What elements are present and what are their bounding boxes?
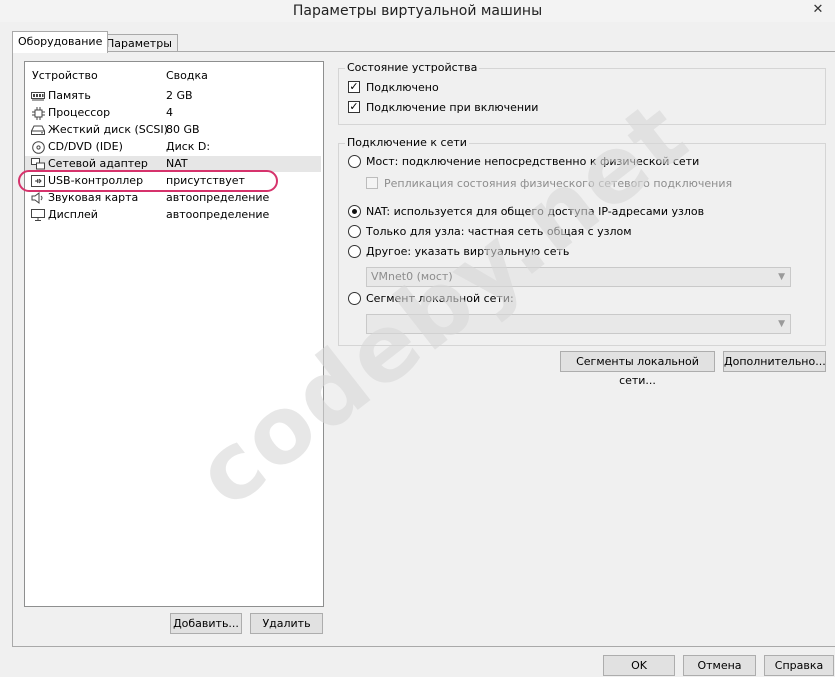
device-summary: автоопределение bbox=[166, 191, 270, 204]
close-icon[interactable]: ✕ bbox=[805, 0, 831, 20]
bridged-label: Мост: подключение непосредственно к физи… bbox=[366, 155, 700, 168]
replicate-state-label: Репликация состояния физического сетевог… bbox=[384, 177, 733, 190]
radio-button[interactable] bbox=[348, 225, 361, 238]
help-button[interactable]: Справка bbox=[764, 655, 834, 676]
device-name: Звуковая карта bbox=[48, 191, 139, 204]
device-name: Память bbox=[48, 89, 91, 102]
device-status-group: Состояние устройства bbox=[338, 61, 826, 125]
nat-label: NAT: используется для общего доступа IP-… bbox=[366, 205, 705, 218]
custom-network-select[interactable]: VMnet0 (мост) ▼ bbox=[366, 267, 791, 287]
chevron-down-icon: ▼ bbox=[778, 319, 785, 329]
device-list-header: Устройство Сводка bbox=[25, 69, 323, 83]
device-name: Процессор bbox=[48, 106, 111, 119]
device-list[interactable]: Устройство Сводка Память 2 GB Процессор … bbox=[24, 61, 324, 607]
device-row-processor[interactable]: Процессор 4 bbox=[25, 105, 321, 121]
radio-button[interactable] bbox=[348, 205, 361, 218]
tab-hardware[interactable]: Оборудование bbox=[12, 31, 109, 53]
sound-card-icon bbox=[31, 192, 45, 204]
cancel-button[interactable]: Отмена bbox=[683, 655, 756, 676]
usb-row-highlight bbox=[18, 170, 278, 192]
checkmark-icon[interactable]: ✓ bbox=[348, 101, 360, 113]
window-title: Параметры виртуальной машины bbox=[292, 3, 543, 19]
device-summary: автоопределение bbox=[166, 208, 270, 221]
hard-disk-icon bbox=[31, 124, 45, 136]
custom-network-label: Другое: указать виртуальную сеть bbox=[366, 245, 570, 258]
window-titlebar: Параметры виртуальной машины ✕ bbox=[0, 0, 835, 22]
remove-device-button[interactable]: Удалить bbox=[250, 613, 323, 634]
device-summary: Диск D: bbox=[166, 140, 211, 153]
radio-button[interactable] bbox=[348, 155, 361, 168]
device-name: Дисплей bbox=[48, 208, 98, 221]
custom-network-select-value: VMnet0 (мост) bbox=[371, 270, 453, 283]
ok-button[interactable]: OK bbox=[603, 655, 675, 676]
device-status-title: Состояние устройства bbox=[345, 61, 480, 74]
memory-icon bbox=[31, 90, 45, 102]
device-summary: 80 GB bbox=[166, 123, 200, 136]
column-header-device[interactable]: Устройство bbox=[32, 69, 98, 82]
cd-dvd-icon bbox=[31, 140, 45, 154]
add-device-button[interactable]: Добавить... bbox=[170, 613, 242, 634]
connect-at-power-on-label: Подключение при включении bbox=[366, 101, 539, 114]
lan-segments-button[interactable]: Сегменты локальной сети... bbox=[560, 351, 715, 387]
device-row-hard-disk[interactable]: Жесткий диск (SCSI) 80 GB bbox=[25, 122, 321, 138]
advanced-button[interactable]: Дополнительно... bbox=[723, 351, 826, 372]
device-row-sound-card[interactable]: Звуковая карта автоопределение bbox=[25, 190, 321, 206]
device-name: Жесткий диск (SCSI) bbox=[48, 123, 168, 136]
display-icon bbox=[31, 209, 45, 221]
radio-button[interactable] bbox=[348, 292, 361, 305]
host-only-label: Только для узла: частная сеть общая с уз… bbox=[366, 225, 632, 238]
column-header-summary[interactable]: Сводка bbox=[166, 69, 208, 82]
device-row-display[interactable]: Дисплей автоопределение bbox=[25, 207, 321, 223]
connected-label: Подключено bbox=[366, 81, 439, 94]
lan-segment-label: Сегмент локальной сети: bbox=[366, 292, 514, 305]
lan-segment-select[interactable]: ▼ bbox=[366, 314, 791, 334]
processor-icon bbox=[31, 106, 45, 120]
chevron-down-icon: ▼ bbox=[778, 272, 785, 282]
checkbox-box[interactable] bbox=[366, 177, 378, 189]
device-summary: 2 GB bbox=[166, 89, 193, 102]
network-adapter-icon bbox=[31, 158, 45, 170]
device-row-cd-dvd[interactable]: CD/DVD (IDE) Диск D: bbox=[25, 139, 321, 155]
checkmark-icon[interactable]: ✓ bbox=[348, 81, 360, 93]
radio-button[interactable] bbox=[348, 245, 361, 258]
network-connection-title: Подключение к сети bbox=[345, 136, 469, 149]
device-summary: 4 bbox=[166, 106, 173, 119]
device-row-memory[interactable]: Память 2 GB bbox=[25, 88, 321, 104]
device-name: CD/DVD (IDE) bbox=[48, 140, 123, 153]
